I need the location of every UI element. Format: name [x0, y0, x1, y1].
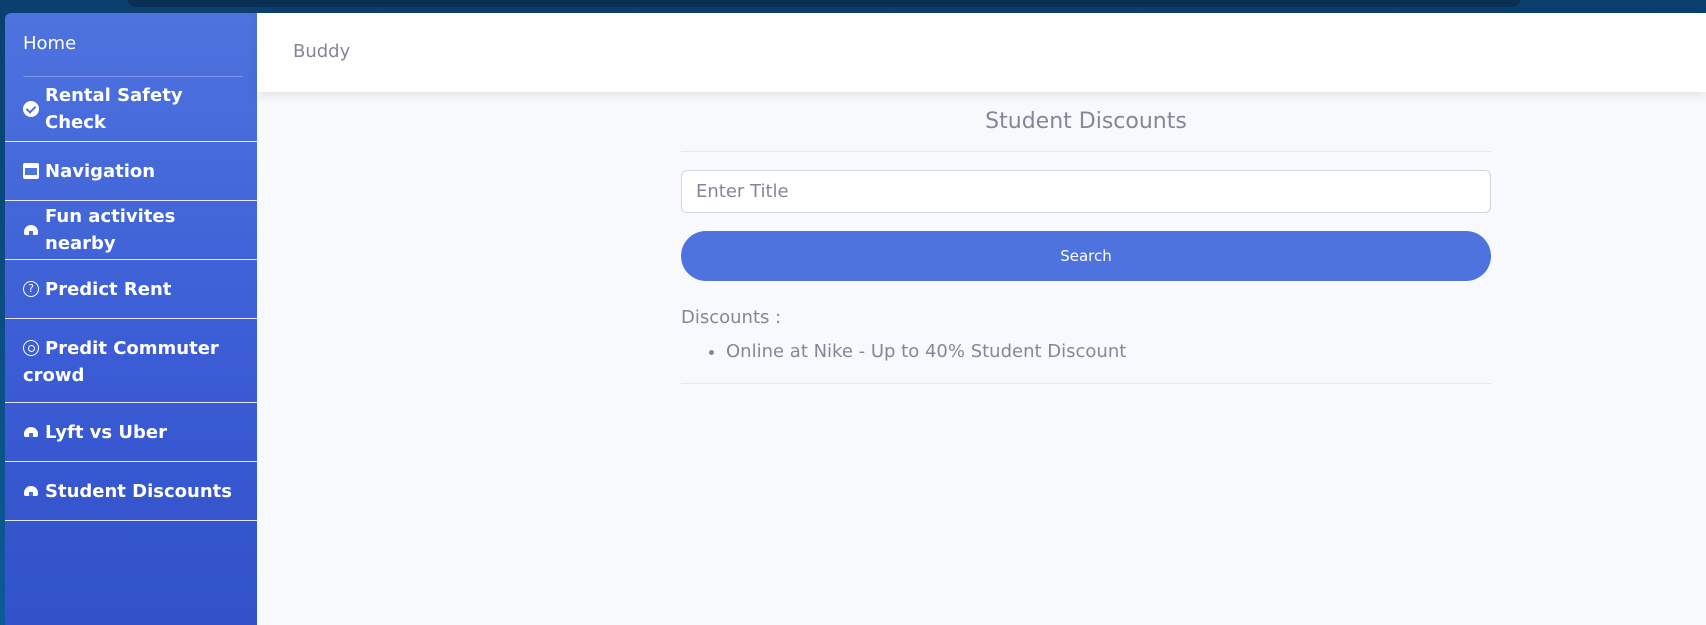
sidebar-item-label: Predit Commuter crowd	[23, 338, 219, 386]
sidebar-item-rental-safety-check[interactable]: Rental Safety Check	[5, 77, 257, 142]
title-divider	[681, 151, 1491, 152]
discounts-list: Online at Nike - Up to 40% Student Disco…	[681, 341, 1491, 363]
discounts-panel: Student Discounts Search Discounts : Onl…	[681, 107, 1491, 384]
sidebar-item-label: Navigation	[45, 160, 156, 182]
list-item: Online at Nike - Up to 40% Student Disco…	[726, 341, 1491, 363]
sidebar-item-fun-activities[interactable]: Fun activites nearby	[5, 201, 257, 260]
sidebar-item-predict-commuter-crowd[interactable]: Predit Commuter crowd	[5, 319, 257, 403]
browser-top-strip	[128, 0, 1520, 7]
sidebar-item-home[interactable]: Home	[23, 33, 76, 54]
brand-name[interactable]: Buddy	[293, 41, 350, 62]
sidebar: Home Rental Safety Check Navigation Fun …	[5, 13, 257, 625]
sidebar-item-label: Fun activites nearby	[45, 206, 176, 254]
sidebar-item-student-discounts[interactable]: Student Discounts	[5, 462, 257, 521]
sidebar-item-label: Lyft vs Uber	[45, 421, 167, 443]
discounts-label: Discounts :	[681, 307, 782, 328]
sidebar-item-label: Student Discounts	[45, 480, 232, 502]
list-divider	[681, 383, 1491, 384]
sidebar-item-label: Rental Safety Check	[45, 85, 183, 133]
main-content-area: Buddy Student Discounts Search Discounts…	[257, 13, 1706, 625]
sidebar-item-predict-rent[interactable]: ? Predict Rent	[5, 260, 257, 319]
sidebar-item-label: Predict Rent	[45, 278, 172, 300]
question-circle-icon: ?	[23, 281, 39, 297]
sidebar-item-navigation[interactable]: Navigation	[5, 142, 257, 201]
search-button[interactable]: Search	[681, 231, 1491, 281]
title-search-input[interactable]	[681, 170, 1491, 213]
dome-icon	[23, 483, 39, 499]
page-title: Student Discounts	[985, 109, 1187, 134]
target-icon	[23, 340, 39, 356]
dome-icon	[23, 222, 39, 238]
sidebar-item-lyft-vs-uber[interactable]: Lyft vs Uber	[5, 403, 257, 462]
image-icon	[23, 163, 39, 179]
dome-icon	[23, 424, 39, 440]
check-circle-icon	[23, 101, 39, 117]
topbar: Buddy	[257, 13, 1706, 92]
